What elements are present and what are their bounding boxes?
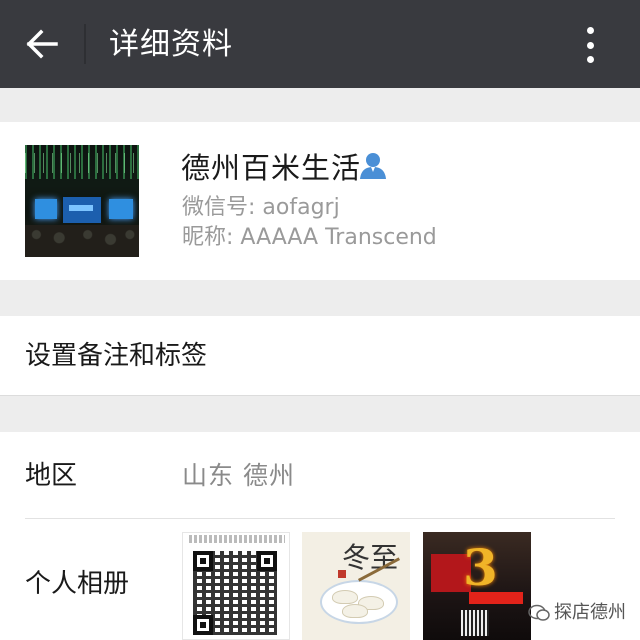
row-divider: [25, 518, 615, 519]
avatar[interactable]: [25, 145, 139, 257]
qr-finder-icon: [193, 615, 213, 635]
poster-number: 3: [463, 538, 498, 597]
remark-and-tags-label: 设置备注和标签: [25, 341, 208, 371]
title-divider: [84, 24, 86, 64]
dumpling-icon: [332, 590, 358, 604]
qr-finder-icon: [257, 551, 277, 571]
album-thumb-dumpling[interactable]: 冬至: [302, 532, 410, 640]
arrow-left-icon: [26, 29, 58, 59]
more-options-button[interactable]: [574, 24, 606, 66]
watermark-text: 探店德州: [554, 602, 626, 623]
album-thumb-qr-code[interactable]: [182, 532, 290, 640]
person-icon: [360, 153, 386, 179]
poster-calligraphy: 冬至: [342, 541, 399, 574]
back-button[interactable]: [22, 24, 62, 64]
more-dot-icon: [586, 27, 594, 34]
avatar-screen-right: [109, 199, 133, 219]
watermark: 探店德州: [528, 598, 626, 628]
dumpling-icon: [342, 604, 368, 618]
nickname: 昵称: AAAAA Transcend: [182, 225, 437, 250]
avatar-screen-left: [35, 199, 57, 219]
qr-finder-icon: [193, 551, 213, 571]
more-dot-icon: [586, 56, 594, 63]
poster-red-strip: [469, 592, 523, 604]
profile-name: 德州百米生活: [181, 151, 362, 185]
page-title: 详细资料: [109, 27, 233, 62]
album-thumb-anniversary[interactable]: 3: [423, 532, 531, 640]
wechat-id: 微信号: aofagrj: [182, 195, 340, 220]
avatar-audience: [25, 225, 139, 257]
region-label: 地区: [25, 461, 78, 491]
album-label: 个人相册: [25, 569, 130, 599]
poster-header-text: [189, 535, 285, 543]
red-seal-icon: [338, 570, 346, 578]
remark-and-tags-row[interactable]: 设置备注和标签: [0, 316, 640, 396]
more-dot-icon: [586, 41, 594, 49]
chat-bubble-icon: [528, 604, 550, 621]
poster-qr-icon: [461, 610, 489, 636]
region-value: 山东 德州: [182, 461, 295, 490]
avatar-screen-center: [63, 197, 101, 223]
avatar-stage-lights-secondary: [25, 153, 139, 173]
title-bar: 详细资料: [0, 0, 640, 88]
